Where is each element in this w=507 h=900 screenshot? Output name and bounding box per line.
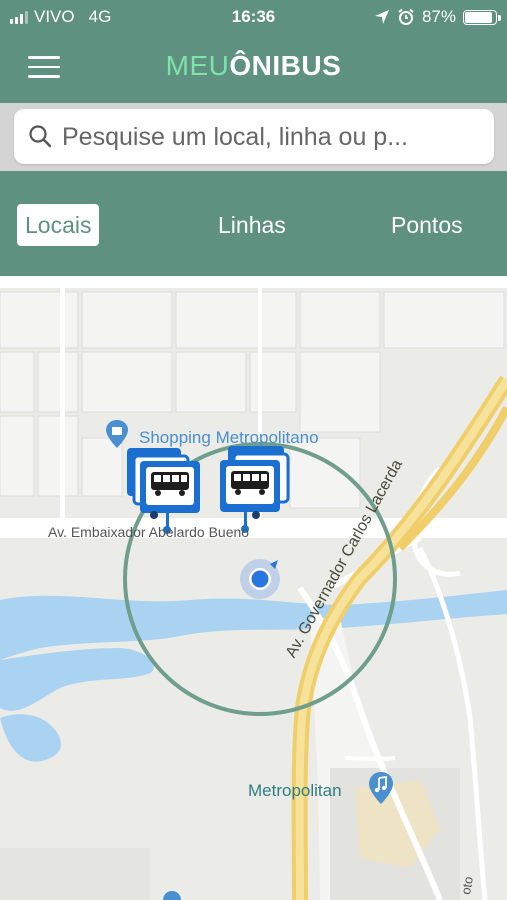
- tab-locais[interactable]: Locais: [17, 204, 100, 246]
- search-icon: [29, 125, 52, 148]
- battery-icon: [463, 9, 501, 25]
- search-box[interactable]: [14, 109, 494, 164]
- battery-percent: 87%: [421, 7, 456, 26]
- tab-linhas[interactable]: Linhas: [218, 204, 286, 246]
- search-bar-container: [0, 103, 507, 171]
- app-logo: MEUÔNIBUS: [165, 50, 342, 81]
- app-header: VIVO 4G 16:36 87% MEUÔNIBUS: [0, 0, 507, 103]
- current-location-icon: [240, 559, 280, 599]
- shopping-label: Shopping Metropolitano: [139, 428, 319, 447]
- search-input[interactable]: [60, 117, 484, 157]
- tab-divider: [0, 276, 507, 288]
- partial-road-label: oto: [458, 875, 476, 896]
- alarm-icon: [398, 8, 414, 25]
- tab-pontos[interactable]: Pontos: [391, 204, 463, 246]
- status-bar: VIVO 4G 16:36 87%: [0, 0, 507, 34]
- map-canvas: [0, 288, 507, 900]
- metropolitan-label: Metropolitan: [248, 781, 342, 800]
- map-view[interactable]: Shopping Metropolitano Av. Embaixador Ab…: [0, 288, 507, 900]
- location-arrow-icon: [374, 10, 389, 24]
- tab-bar: Locais Linhas Pontos: [0, 171, 507, 276]
- avenue-label-abelardo: Av. Embaixador Abelardo Bueno: [48, 524, 250, 540]
